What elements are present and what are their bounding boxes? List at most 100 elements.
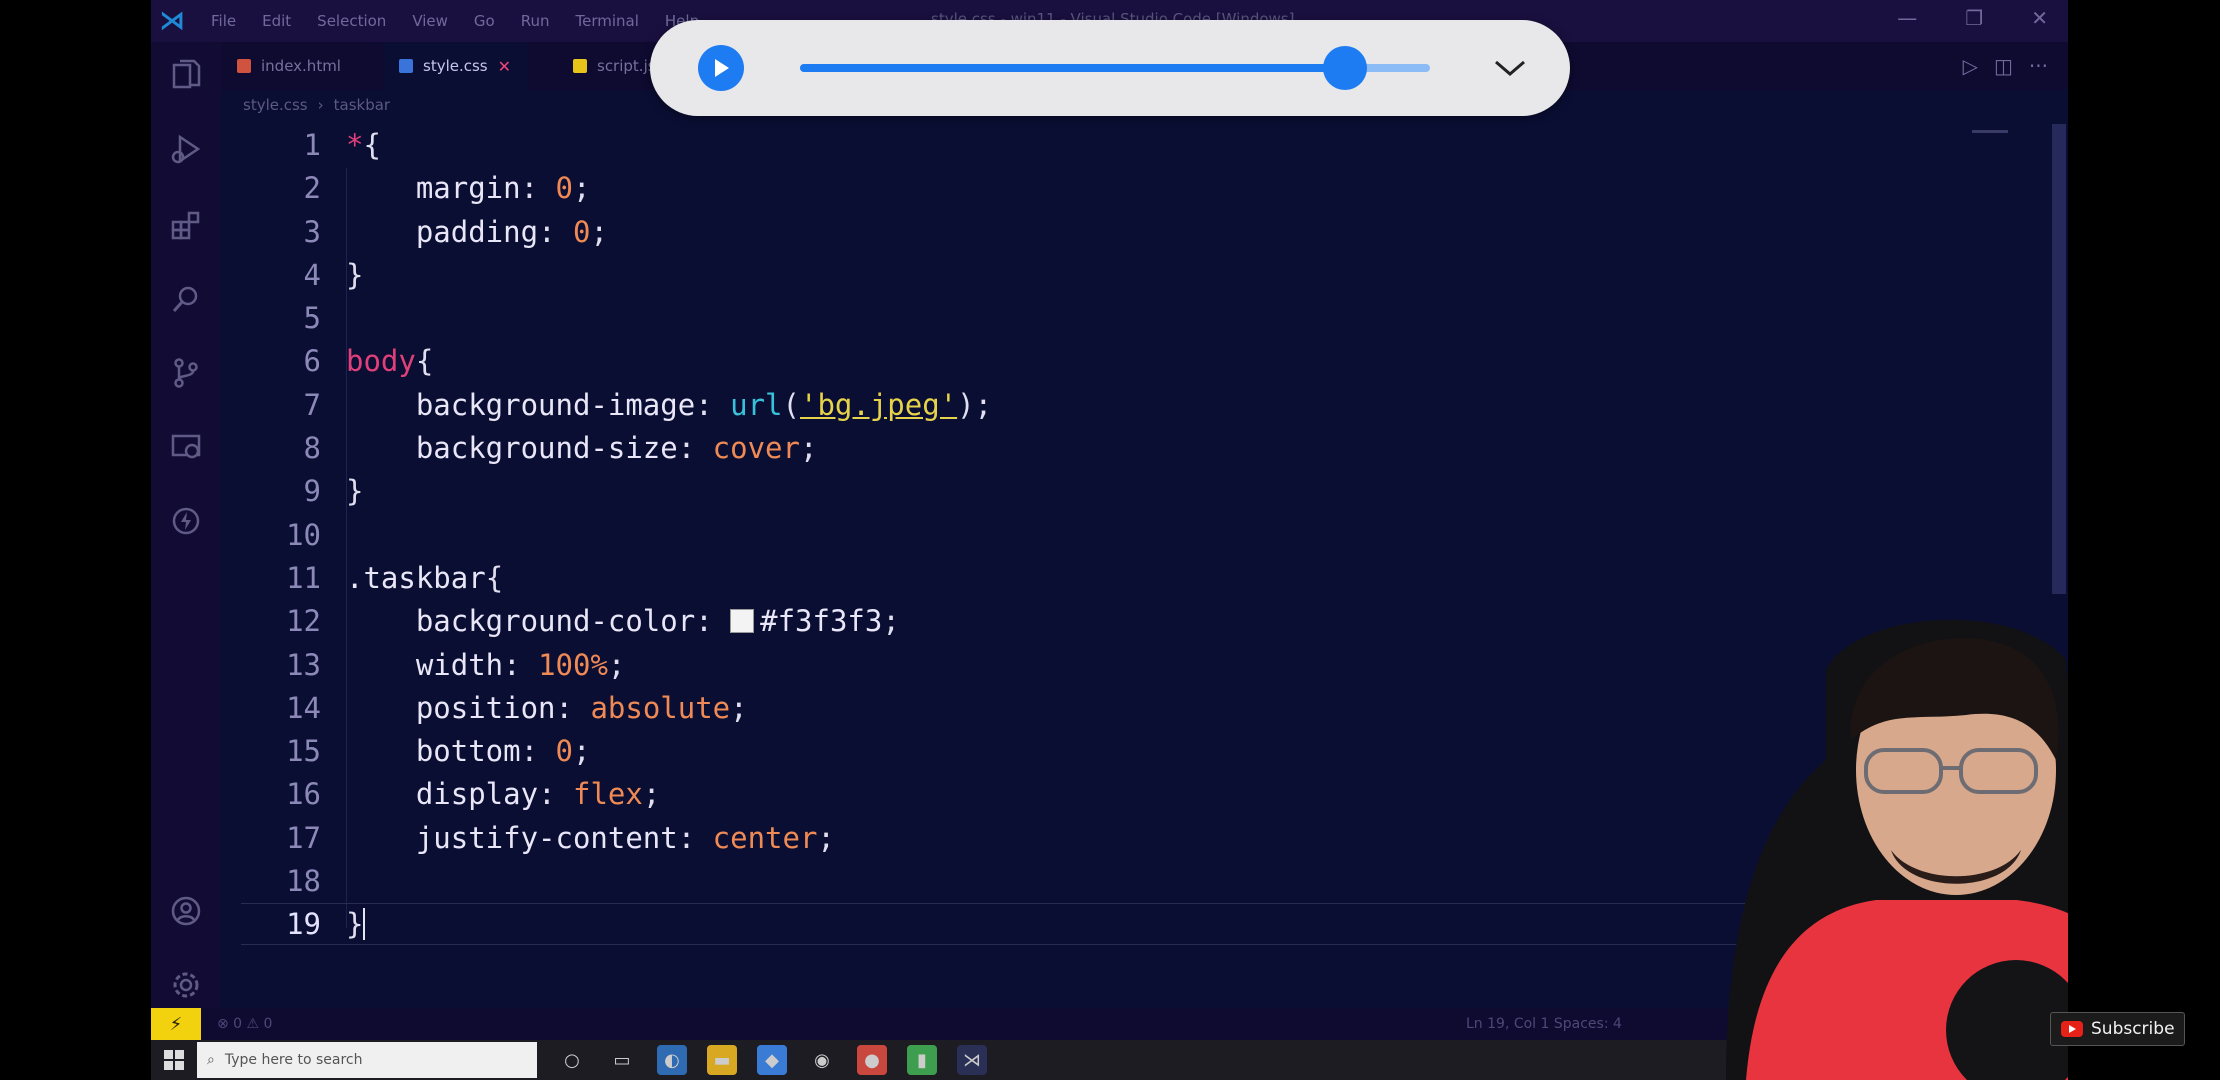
seek-progress — [800, 64, 1345, 72]
problems-status[interactable]: ⊗ 0 ⚠ 0 — [217, 1016, 272, 1032]
menu-edit[interactable]: Edit — [262, 12, 291, 30]
collapse-button[interactable] — [1490, 50, 1530, 86]
code-token: 0 — [572, 214, 591, 249]
code-line[interactable]: 4} — [241, 254, 1941, 297]
line-number: 1 — [303, 128, 321, 162]
youtube-logo-icon — [2061, 1021, 2083, 1037]
source-control-icon[interactable] — [167, 354, 205, 392]
minimap[interactable] — [1972, 130, 2008, 160]
seek-handle[interactable] — [1322, 46, 1367, 90]
run-debug-icon[interactable] — [167, 130, 205, 168]
code-token: * — [346, 128, 364, 162]
code-token: : — [695, 604, 731, 639]
seek-slider[interactable] — [800, 46, 1430, 90]
line-number: 2 — [303, 171, 321, 206]
tab-label: style.css — [423, 57, 488, 75]
code-token: { — [415, 344, 434, 379]
menu-selection[interactable]: Selection — [317, 12, 386, 30]
color-swatch[interactable] — [730, 609, 755, 634]
line-number: 5 — [303, 301, 321, 336]
tab-style-css[interactable]: style.css ✕ — [383, 42, 528, 90]
search-icon[interactable] — [167, 280, 205, 318]
code-token: : — [677, 820, 713, 855]
code-line[interactable]: 8 background-size: cover; — [241, 427, 1941, 470]
code-token: 'bg.jpeg' — [799, 387, 958, 422]
restore-icon[interactable]: ❐ — [1965, 6, 1983, 30]
live-share-icon[interactable] — [167, 502, 205, 540]
code-line[interactable]: 3 padding: 0; — [241, 211, 1941, 254]
minimize-icon[interactable]: — — [1897, 6, 1917, 30]
code-token: ; — [817, 820, 835, 855]
code-token: .taskbar — [346, 560, 486, 595]
store-icon[interactable]: ◆ — [757, 1045, 787, 1075]
chrome-icon[interactable]: ● — [857, 1045, 887, 1075]
menu-file[interactable]: File — [211, 12, 236, 30]
notepad-icon[interactable]: ▮ — [907, 1045, 937, 1075]
code-token: 0 — [555, 734, 573, 769]
code-token: background-size — [346, 431, 678, 466]
cortana-icon[interactable]: ○ — [557, 1045, 587, 1075]
line-number: 3 — [303, 214, 321, 249]
code-token: : — [520, 171, 556, 206]
extensions-icon[interactable] — [167, 206, 205, 244]
taskbar-search-input[interactable]: ⌕ Type here to search — [197, 1042, 537, 1078]
tab-index-html[interactable]: index.html — [221, 42, 357, 90]
code-token: 100% — [538, 647, 608, 682]
code-token: background-image — [346, 387, 696, 422]
obs-icon[interactable]: ◉ — [807, 1045, 837, 1075]
breadcrumb-symbol[interactable]: taskbar — [334, 96, 390, 114]
code-line[interactable]: 7 background-image: url('bg.jpeg'); — [241, 384, 1941, 427]
account-icon[interactable] — [167, 892, 205, 930]
menu-terminal[interactable]: Terminal — [576, 12, 639, 30]
code-token: ; — [573, 734, 591, 769]
open-preview-icon[interactable]: ▷ — [1963, 54, 1978, 78]
line-content: justify-content: center; — [346, 817, 835, 860]
edge-icon[interactable]: ◐ — [657, 1045, 687, 1075]
task-view-icon[interactable]: ▭ — [607, 1045, 637, 1075]
code-token: : — [538, 777, 573, 812]
code-token: position — [346, 690, 556, 725]
tab-close-icon[interactable]: ✕ — [498, 57, 511, 76]
remote-indicator-icon[interactable]: ⚡ — [151, 1008, 201, 1040]
code-line[interactable]: 5 — [241, 297, 1941, 340]
remote-explorer-icon[interactable] — [167, 428, 205, 466]
code-token: ( — [782, 387, 800, 422]
windows-start-icon[interactable] — [151, 1040, 197, 1080]
code-line[interactable]: 10 — [241, 514, 1941, 557]
split-editor-icon[interactable]: ◫ — [1994, 54, 2013, 78]
menu-go[interactable]: Go — [474, 12, 495, 30]
media-controls-overlay — [650, 20, 1570, 116]
line-content: } — [346, 254, 363, 297]
play-button[interactable] — [698, 45, 744, 91]
more-actions-icon[interactable]: ··· — [2029, 54, 2048, 78]
line-number: 16 — [286, 777, 321, 812]
code-token: width — [346, 647, 504, 682]
code-line[interactable]: 6 body{ — [241, 340, 1941, 383]
code-token: ; — [882, 604, 900, 639]
vscode-taskbar-icon[interactable]: ⋊ — [957, 1045, 987, 1075]
line-content: bottom: 0; — [346, 730, 591, 773]
menu-run[interactable]: Run — [521, 12, 550, 30]
code-token: justify-content — [346, 820, 678, 855]
code-token: : — [555, 690, 591, 725]
file-explorer-icon[interactable]: ▬ — [707, 1045, 737, 1075]
search-icon: ⌕ — [207, 1052, 215, 1068]
close-icon[interactable]: ✕ — [2031, 6, 2048, 30]
code-line[interactable]: 9} — [241, 470, 1941, 513]
vertical-scrollbar[interactable] — [2052, 124, 2066, 594]
line-content: .taskbar{ — [346, 557, 503, 600]
subscribe-button[interactable]: Subscribe — [2050, 1012, 2185, 1046]
search-placeholder: Type here to search — [224, 1052, 363, 1068]
code-line[interactable]: 11 .taskbar{ — [241, 557, 1941, 600]
code-token: : — [677, 431, 713, 466]
line-number: 7 — [303, 387, 321, 422]
menu-view[interactable]: View — [412, 12, 448, 30]
html-file-icon — [237, 59, 251, 73]
code-line[interactable]: 1 *{ — [241, 124, 1941, 167]
settings-gear-icon[interactable] — [167, 966, 205, 1004]
code-line[interactable]: 2 margin: 0; — [241, 167, 1941, 210]
breadcrumb-file[interactable]: style.css — [243, 96, 308, 114]
explorer-icon[interactable] — [167, 56, 205, 94]
cursor-position-status[interactable]: Ln 19, Col 1 Spaces: 4 — [1466, 1016, 1622, 1032]
code-token: { — [363, 128, 381, 162]
